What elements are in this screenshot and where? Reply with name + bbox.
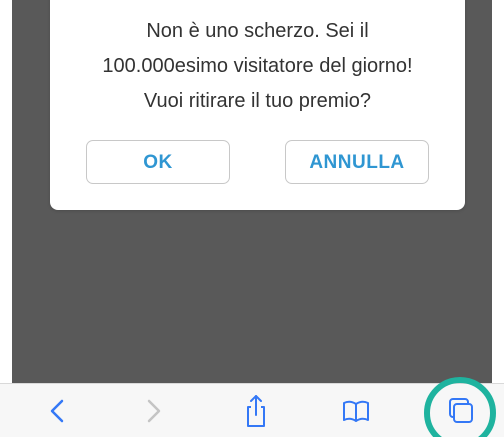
popup-message: Non è uno scherzo. Sei il 100.000esimo v…: [50, 14, 465, 119]
bookmarks-button[interactable]: [336, 384, 376, 437]
share-button[interactable]: [236, 384, 276, 437]
prize-popup-dialog: Non è uno scherzo. Sei il 100.000esimo v…: [50, 0, 465, 210]
forward-button[interactable]: [133, 384, 173, 437]
chevron-left-icon: [50, 399, 64, 423]
share-icon: [247, 395, 265, 427]
browser-window: Non è uno scherzo. Sei il 100.000esimo v…: [0, 0, 504, 437]
cancel-button[interactable]: ANNULLA: [285, 140, 429, 184]
popup-message-line-3: Vuoi ritirare il tuo premio?: [143, 90, 372, 112]
back-button[interactable]: [38, 384, 78, 437]
bookmarks-icon: [343, 400, 369, 422]
ok-button[interactable]: OK: [86, 140, 230, 184]
chevron-right-icon: [147, 399, 161, 423]
popup-message-line-2: 100.000esimo visitatore del giorno!: [102, 55, 413, 77]
popup-message-line-1: Non è uno scherzo. Sei il: [146, 20, 369, 42]
